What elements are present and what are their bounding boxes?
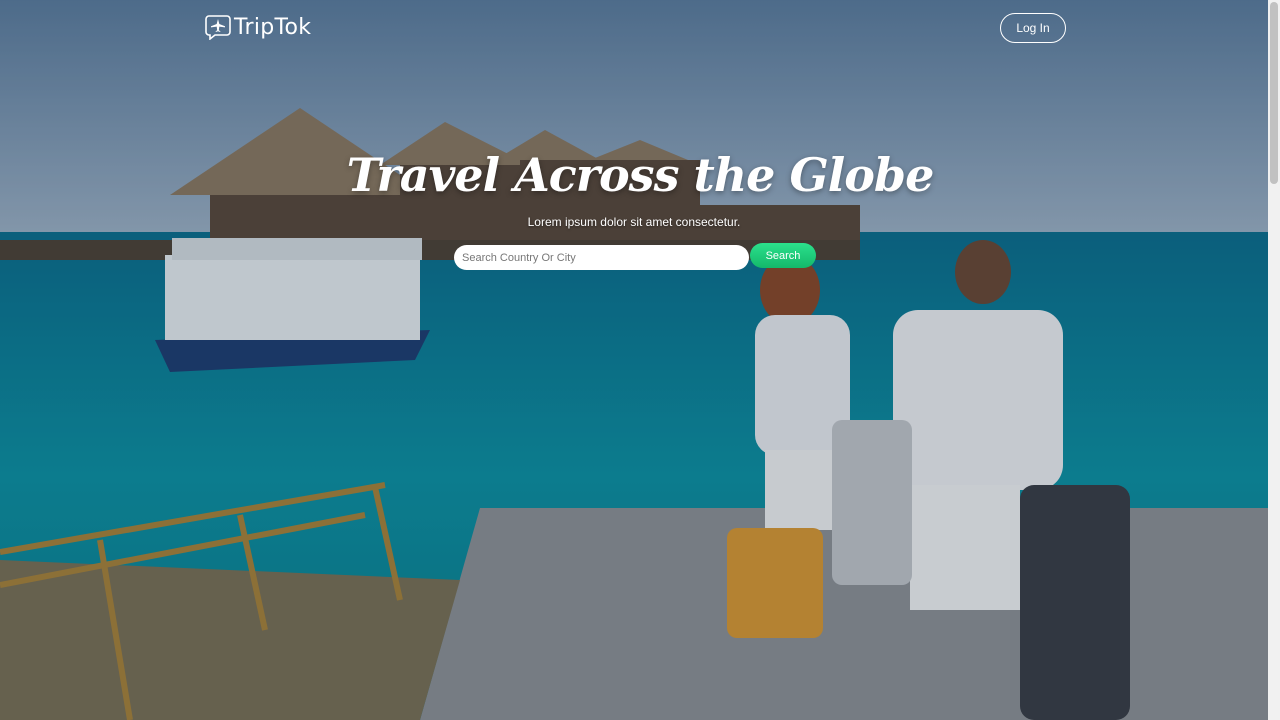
hero-subtitle: Lorem ipsum dolor sit amet consectetur. [527, 215, 741, 229]
brand-name: TripTok [234, 14, 312, 40]
hero-title: Travel Across the Globe [346, 148, 935, 202]
page-scrollbar[interactable] [1268, 0, 1280, 720]
scrollbar-thumb[interactable] [1270, 2, 1278, 184]
hero-background-image [0, 0, 1268, 720]
brand-logo[interactable]: TripTok [205, 14, 311, 40]
plane-chat-icon [205, 15, 231, 40]
login-button[interactable]: Log In [1000, 13, 1066, 43]
search-button[interactable]: Search [750, 243, 816, 268]
search-input[interactable] [454, 245, 749, 270]
